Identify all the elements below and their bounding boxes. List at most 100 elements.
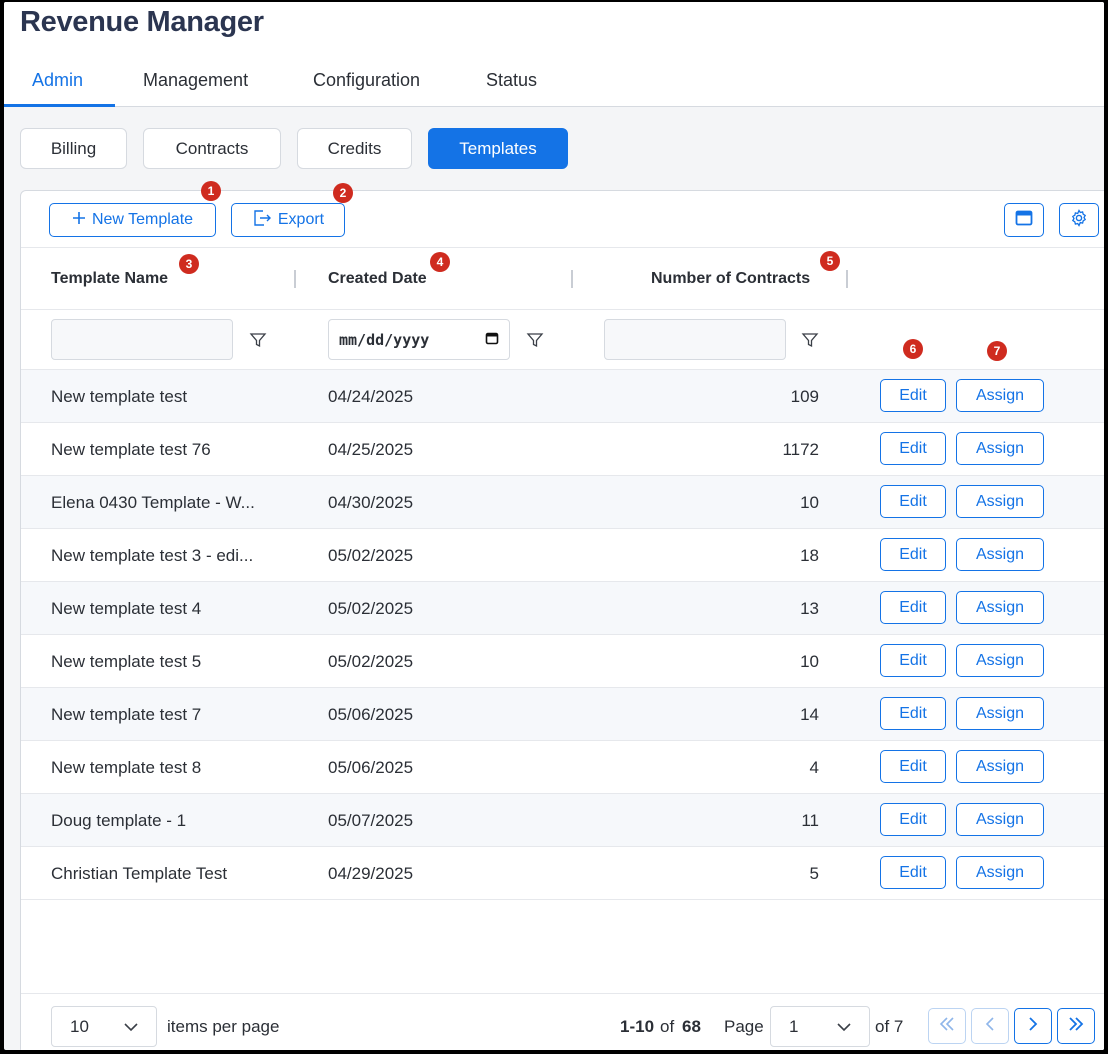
created-date-cell: 05/02/2025 <box>328 599 414 618</box>
filter-icon[interactable] <box>249 331 267 349</box>
assign-button[interactable]: Assign <box>956 379 1044 412</box>
date-placeholder: mm/dd/yyyy <box>339 330 430 349</box>
range-label: 1-10 <box>620 1017 655 1036</box>
last-page-button[interactable] <box>1057 1008 1095 1044</box>
grid-settings-button[interactable] <box>1059 203 1099 237</box>
created-date-cell: 05/07/2025 <box>328 811 414 830</box>
next-page-button[interactable] <box>1014 1008 1052 1044</box>
assign-button[interactable]: Assign <box>956 485 1044 518</box>
page-label: Page <box>724 1017 764 1036</box>
template-name-filter-input[interactable] <box>51 319 233 360</box>
table-row: New template test 7 05/06/2025 14 Edit A… <box>21 688 1104 741</box>
contract-count-cell: 109 <box>790 387 819 406</box>
created-date-cell: 04/30/2025 <box>328 493 414 512</box>
contract-count-cell: 4 <box>809 758 819 777</box>
assign-button[interactable]: Assign <box>956 697 1044 730</box>
top-bar: Revenue Manager Admin Management Configu… <box>4 2 1104 107</box>
plus-icon <box>72 211 86 230</box>
total-count: 68 <box>682 1017 701 1036</box>
template-name-cell: Christian Template Test <box>51 864 228 883</box>
edit-button[interactable]: Edit <box>880 538 946 571</box>
template-name-cell: New template test 4 <box>51 599 202 618</box>
edit-button[interactable]: Edit <box>880 697 946 730</box>
table-row: New template test 76 04/25/2025 1172 Edi… <box>21 423 1104 476</box>
assign-button[interactable]: Assign <box>956 856 1044 889</box>
column-header-template-name[interactable]: Template Name <box>51 270 168 288</box>
filter-icon[interactable] <box>801 331 819 349</box>
assign-button[interactable]: Assign <box>956 538 1044 571</box>
tab-status[interactable]: Status <box>458 60 565 107</box>
table-row: Doug template - 1 05/07/2025 11 Edit Ass… <box>21 794 1104 847</box>
chevron-down-icon <box>124 1017 138 1037</box>
contract-count-cell: 11 <box>801 811 819 830</box>
subtab-contracts[interactable]: Contracts <box>143 128 281 169</box>
callout-badge-1: 1 <box>201 181 221 201</box>
edit-button[interactable]: Edit <box>880 803 946 836</box>
column-header-created-date[interactable]: Created Date <box>328 270 427 288</box>
callout-badge-2: 2 <box>333 183 353 203</box>
contract-count-cell: 5 <box>809 864 819 883</box>
created-date-cell: 04/24/2025 <box>328 387 414 406</box>
first-page-button[interactable] <box>928 1008 966 1044</box>
callout-badge-3: 3 <box>179 254 199 274</box>
tab-management[interactable]: Management <box>115 60 285 107</box>
assign-button[interactable]: Assign <box>956 750 1044 783</box>
created-date-cell: 04/29/2025 <box>328 864 414 883</box>
edit-button[interactable]: Edit <box>880 591 946 624</box>
page-size-select[interactable]: 10 <box>51 1006 157 1047</box>
callout-badge-7: 7 <box>987 341 1007 361</box>
filter-icon[interactable] <box>526 331 544 349</box>
template-name-cell: Doug template - 1 <box>51 811 187 830</box>
assign-button[interactable]: Assign <box>956 644 1044 677</box>
app-window: Revenue Manager Admin Management Configu… <box>4 2 1104 1050</box>
column-header-number-of-contracts[interactable]: Number of Contracts <box>651 270 810 288</box>
previous-page-button[interactable] <box>971 1008 1009 1044</box>
template-name-cell: New template test <box>51 387 188 406</box>
page-number-select[interactable]: 1 <box>770 1006 870 1047</box>
table-row: Christian Template Test 04/29/2025 5 Edi… <box>21 847 1104 900</box>
created-date-cell: 05/06/2025 <box>328 758 414 777</box>
export-label: Export <box>277 211 325 228</box>
subtab-credits[interactable]: Credits <box>297 128 412 169</box>
contract-count-cell: 1172 <box>782 440 819 459</box>
export-button[interactable]: Export <box>231 203 345 237</box>
edit-button[interactable]: Edit <box>880 856 946 889</box>
tab-admin[interactable]: Admin <box>4 60 115 107</box>
table-row: New template test 04/24/2025 109 Edit As… <box>21 370 1104 423</box>
created-date-cell: 05/02/2025 <box>328 652 414 671</box>
assign-button[interactable]: Assign <box>956 591 1044 624</box>
template-name-cell: New template test 3 - edi... <box>51 546 254 565</box>
edit-button[interactable]: Edit <box>880 485 946 518</box>
assign-button[interactable]: Assign <box>956 803 1044 836</box>
column-divider <box>294 270 296 288</box>
main-tabs: Admin Management Configuration Status <box>4 60 565 107</box>
edit-button[interactable]: Edit <box>880 432 946 465</box>
chevron-right-icon <box>1028 1016 1038 1036</box>
edit-button[interactable]: Edit <box>880 750 946 783</box>
subtab-templates[interactable]: Templates <box>428 128 568 169</box>
calendar-icon[interactable] <box>485 331 499 349</box>
assign-button[interactable]: Assign <box>956 432 1044 465</box>
contract-count-cell: 10 <box>800 493 819 512</box>
created-date-cell: 05/02/2025 <box>328 546 414 565</box>
column-header-row: Template Name Created Date Number of Con… <box>21 248 1104 310</box>
templates-panel: New Template Export 1 2 Template Name Cr… <box>20 181 1104 1050</box>
gear-icon <box>1070 208 1088 232</box>
edit-button[interactable]: Edit <box>880 379 946 412</box>
template-name-cell: New template test 8 <box>51 758 202 777</box>
table-row: New template test 4 05/02/2025 13 Edit A… <box>21 582 1104 635</box>
tab-configuration[interactable]: Configuration <box>285 60 458 107</box>
export-icon <box>252 209 272 232</box>
template-name-cell: New template test 5 <box>51 652 202 671</box>
filter-row: mm/dd/yyyy 6 7 <box>21 310 1104 370</box>
template-name-cell: New template test 7 <box>51 705 202 724</box>
callout-badge-6: 6 <box>903 339 923 359</box>
number-of-contracts-filter-input[interactable] <box>604 319 786 360</box>
new-template-button[interactable]: New Template <box>49 203 216 237</box>
new-template-label: New Template <box>91 211 194 228</box>
edit-button[interactable]: Edit <box>880 644 946 677</box>
created-date-filter-input[interactable]: mm/dd/yyyy <box>328 319 510 360</box>
layout-toggle-button[interactable] <box>1004 203 1044 237</box>
window-layout-icon <box>1015 210 1033 231</box>
subtab-billing[interactable]: Billing <box>20 128 127 169</box>
